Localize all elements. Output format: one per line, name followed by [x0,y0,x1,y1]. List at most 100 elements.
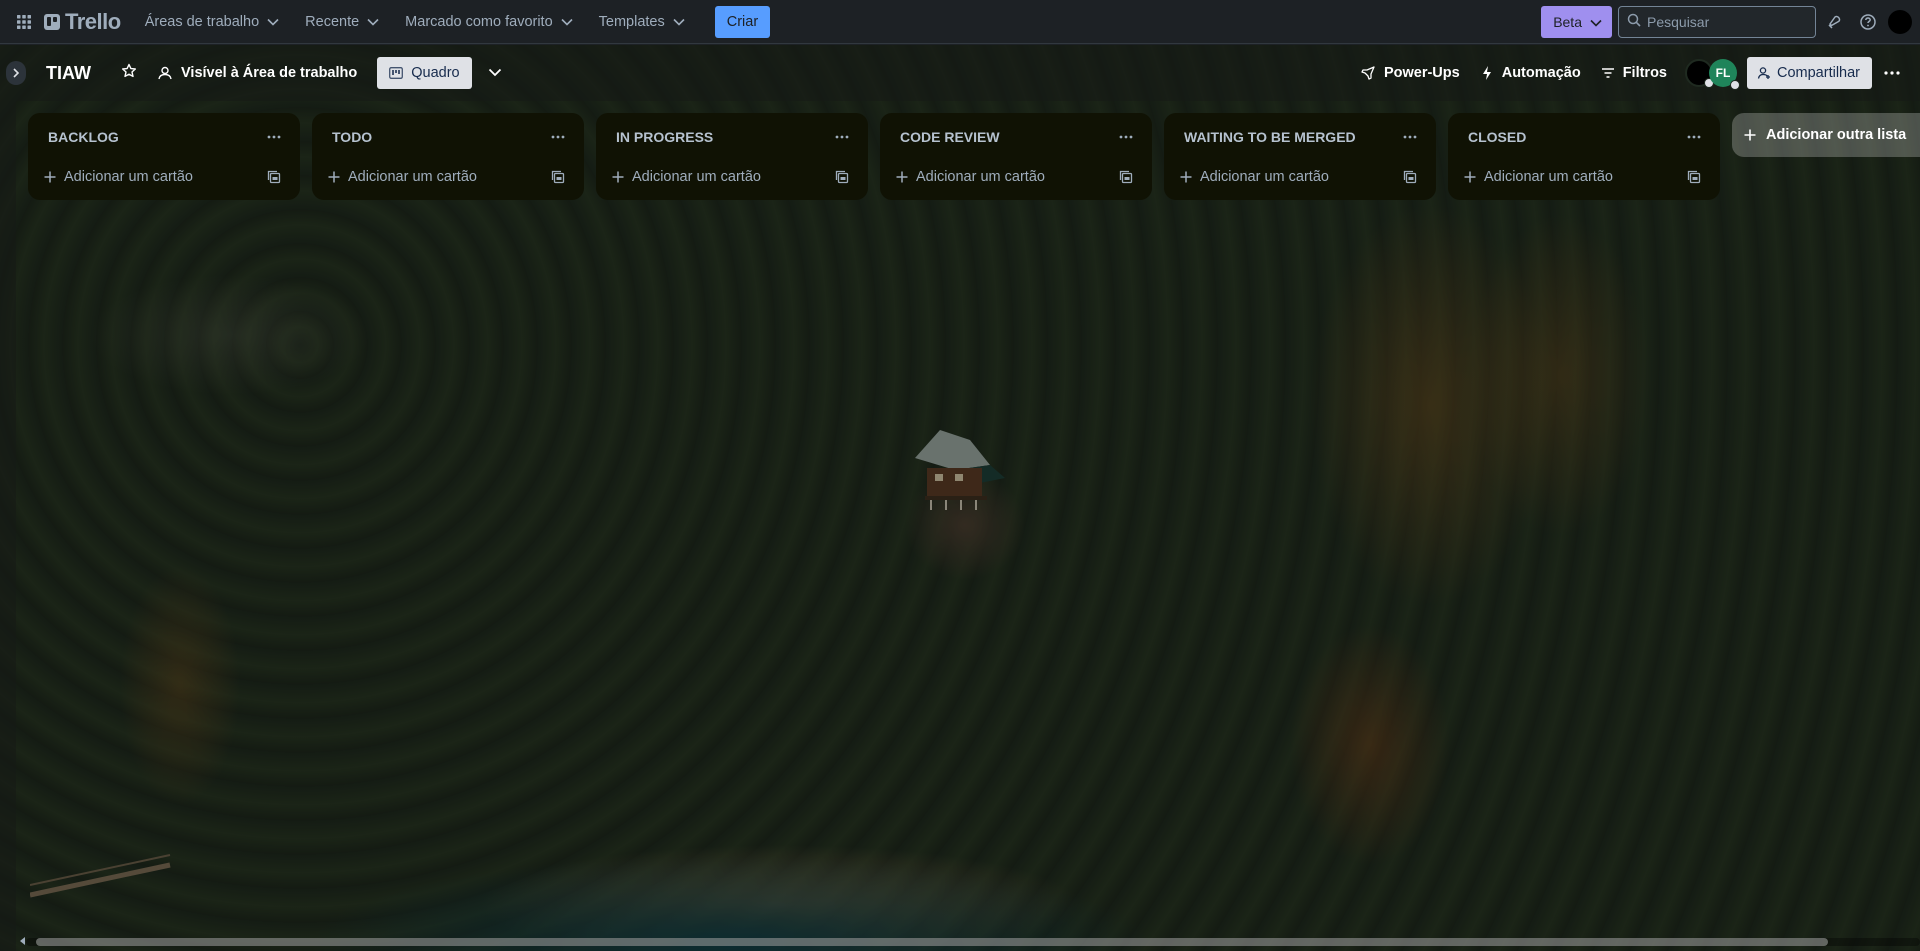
list-header[interactable]: IN PROGRESS [604,121,860,153]
horizontal-scrollbar[interactable] [18,935,1920,947]
ellipsis-icon[interactable] [1680,123,1708,151]
top-nav-right: Beta [1541,5,1912,38]
chevron-down-icon [488,65,502,81]
recent-menu-label: Recente [305,13,360,30]
list-in-progress: IN PROGRESS Adicionar um cartão [596,113,868,200]
automation-label: Automação [1501,65,1581,81]
ellipsis-icon[interactable] [1112,123,1140,151]
list-footer: Adicionar um cartão [36,161,292,193]
templates-menu-label: Templates [598,13,665,30]
sidebar-collapsed-strip [0,101,16,951]
ellipsis-icon[interactable] [260,123,288,151]
card-template-icon[interactable] [828,163,856,191]
plus-icon [1744,129,1756,141]
add-card-label: Adicionar um cartão [916,169,1045,185]
views-dropdown-button[interactable] [480,57,510,89]
workspaces-menu[interactable]: Áreas de trabalho [135,6,289,38]
plus-icon [612,171,624,183]
list-header[interactable]: CODE REVIEW [888,121,1144,153]
list-header[interactable]: TODO [320,121,576,153]
list-title[interactable]: BACKLOG [48,129,260,145]
list-footer: Adicionar um cartão [1456,161,1712,193]
ellipsis-icon[interactable] [828,123,856,151]
board-title[interactable]: TIAW [40,59,97,88]
visibility-icon [157,65,173,81]
chevron-down-icon [367,14,379,30]
list-title[interactable]: WAITING TO BE MERGED [1184,129,1396,145]
ellipsis-icon[interactable] [1876,57,1908,89]
scrollbar-thumb[interactable] [36,938,1828,946]
account-avatar[interactable] [1888,9,1912,34]
search-input[interactable] [1647,13,1797,30]
chevron-down-icon [1590,14,1602,30]
add-card-label: Adicionar um cartão [348,169,477,185]
card-template-icon[interactable] [1680,163,1708,191]
power-ups-button[interactable]: Power-Ups [1352,57,1468,89]
share-button[interactable]: Compartilhar [1747,57,1872,89]
card-template-icon[interactable] [1112,163,1140,191]
card-template-icon[interactable] [1396,163,1424,191]
add-card-button[interactable]: Adicionar um cartão [896,161,1112,193]
list-header[interactable]: CLOSED [1456,121,1712,153]
add-card-button[interactable]: Adicionar um cartão [328,161,544,193]
add-card-button[interactable]: Adicionar um cartão [44,161,260,193]
board-members: FL [1685,59,1740,90]
search-icon [1627,13,1641,30]
list-title[interactable]: TODO [332,129,544,145]
list-footer: Adicionar um cartão [320,161,576,193]
create-button[interactable]: Criar [714,5,771,38]
list-closed: CLOSED Adicionar um cartão [1448,113,1720,200]
list-title[interactable]: CODE REVIEW [900,129,1112,145]
add-card-label: Adicionar um cartão [1484,169,1613,185]
templates-menu[interactable]: Templates [589,6,695,38]
search-box[interactable] [1618,5,1816,38]
chevron-down-icon [267,14,279,30]
filters-label: Filtros [1622,65,1667,81]
add-card-button[interactable]: Adicionar um cartão [612,161,828,193]
beta-button[interactable]: Beta [1541,5,1612,38]
filters-button[interactable]: Filtros [1593,57,1675,89]
help-icon[interactable] [1852,6,1884,38]
list-header[interactable]: BACKLOG [36,121,292,153]
visibility-button[interactable]: Visível à Área de trabalho [149,57,365,89]
ellipsis-icon[interactable] [544,123,572,151]
ellipsis-icon[interactable] [1396,123,1424,151]
card-template-icon[interactable] [544,163,572,191]
member-avatar-fl[interactable]: FL [1709,59,1740,90]
card-template-icon[interactable] [260,163,288,191]
plus-icon [1464,171,1476,183]
list-title[interactable]: IN PROGRESS [616,129,828,145]
apps-grid-icon[interactable] [12,10,36,34]
power-ups-label: Power-Ups [1383,65,1460,81]
notification-icon[interactable] [1818,6,1850,38]
trello-logo[interactable]: Trello [44,6,121,38]
add-card-label: Adicionar um cartão [632,169,761,185]
list-footer: Adicionar um cartão [604,161,860,193]
admin-badge-icon [1730,80,1740,90]
automation-button[interactable]: Automação [1472,57,1589,89]
sidebar-expand-icon[interactable] [6,61,26,85]
add-card-label: Adicionar um cartão [64,169,193,185]
plus-icon [1180,171,1192,183]
add-card-button[interactable]: Adicionar um cartão [1464,161,1680,193]
board-view-label: Quadro [411,65,460,81]
share-label: Compartilhar [1777,65,1860,81]
chevron-down-icon [561,14,573,30]
visibility-label: Visível à Área de trabalho [181,65,358,81]
list-footer: Adicionar um cartão [888,161,1144,193]
starred-menu[interactable]: Marcado como favorito [395,6,582,38]
filter-icon [1601,67,1615,79]
add-list-button[interactable]: Adicionar outra lista [1732,113,1920,157]
star-board-button[interactable] [113,57,145,89]
lightning-icon [1480,65,1494,81]
list-waiting-to-be-merged: WAITING TO BE MERGED Adicionar um cartão [1164,113,1436,200]
starred-menu-label: Marcado como favorito [405,13,553,30]
top-navigation-bar: Trello Áreas de trabalho Recente Marcado… [0,0,1920,44]
list-code-review: CODE REVIEW Adicionar um cartão [880,113,1152,200]
board-view-button[interactable]: Quadro [377,57,472,89]
recent-menu[interactable]: Recente [295,6,389,38]
add-card-button[interactable]: Adicionar um cartão [1180,161,1396,193]
list-title[interactable]: CLOSED [1468,129,1680,145]
trello-logo-icon [44,13,60,30]
list-header[interactable]: WAITING TO BE MERGED [1172,121,1428,153]
